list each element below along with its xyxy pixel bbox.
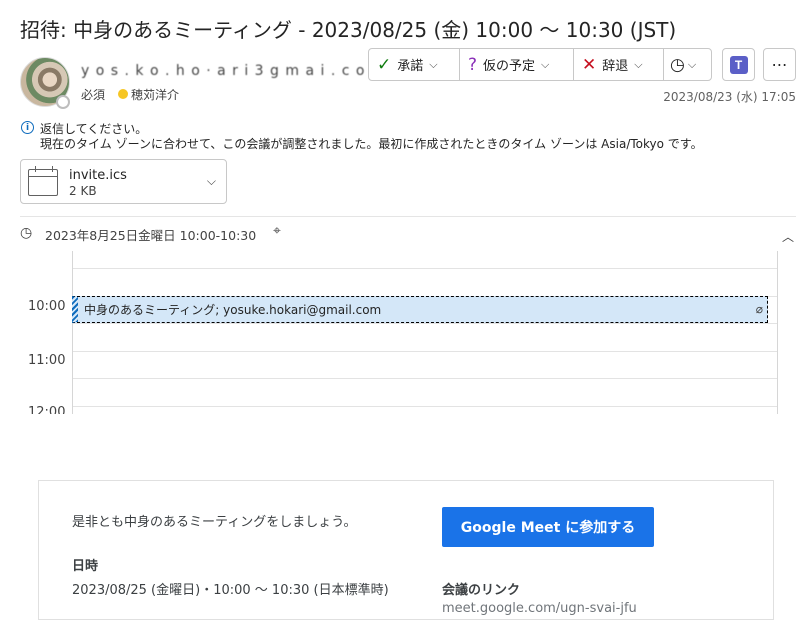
- attachment-size: 2 KB: [69, 184, 97, 198]
- calendar-file-icon: [28, 166, 58, 196]
- chevron-down-icon[interactable]: ⌵: [207, 174, 216, 189]
- divider: [20, 216, 796, 217]
- received-timestamp: 2023/08/23 (水) 17:05: [663, 90, 796, 104]
- grid-line: [73, 323, 777, 324]
- email-subject: 招待: 中身のあるミーティング - 2023/08/25 (金) 10:00 ～…: [20, 18, 677, 42]
- decline-label: 辞退: [602, 59, 629, 74]
- chevron-down-icon: ⌵: [634, 57, 643, 71]
- teams-icon: T: [729, 55, 748, 74]
- propose-time-button[interactable]: ◷ ⌵: [664, 49, 711, 80]
- attendee-status-icon: [118, 89, 128, 99]
- more-options-button[interactable]: ⋯: [763, 48, 796, 81]
- join-google-meet-button[interactable]: Google Meet に参加する: [442, 507, 654, 547]
- hour-label: 12:00: [28, 405, 66, 414]
- more-icon: ⋯: [771, 55, 788, 74]
- paperclip-icon: ⌀: [755, 302, 763, 316]
- info-icon: i: [21, 121, 34, 134]
- grid-line: [73, 378, 777, 379]
- attachment-name: invite.ics: [69, 168, 127, 183]
- rsvp-toolbar: ✓ 承諾 ⌵ ? 仮の予定 ⌵ ✕ 辞退 ⌵ ◷ ⌵: [368, 48, 712, 81]
- hour-label: 10:00: [28, 299, 66, 314]
- attendee-name[interactable]: 穂苅洋介: [131, 86, 179, 103]
- attachment-card[interactable]: invite.ics 2 KB ⌵: [20, 159, 227, 204]
- grid-line: [73, 406, 777, 407]
- required-label: 必須: [81, 88, 106, 102]
- teams-button[interactable]: T: [722, 48, 755, 81]
- calendar-event[interactable]: 中身のあるミーティング; yosuke.hokari@gmail.com ⌀: [72, 296, 768, 323]
- sender-address[interactable]: y o s . k o . h o · a r i 3 g m a i . c …: [81, 63, 386, 79]
- timezone-notice: 現在のタイム ゾーンに合わせて、この会議が調整されました。最初に作成されたときの…: [40, 137, 703, 151]
- event-datetime: 2023年8月25日金曜日 10:00-10:30: [45, 228, 257, 243]
- decline-button[interactable]: ✕ 辞退 ⌵: [574, 49, 664, 80]
- accept-label: 承諾: [397, 59, 424, 74]
- datetime-heading: 日時: [72, 559, 99, 574]
- tentative-button[interactable]: ? 仮の予定 ⌵: [460, 49, 574, 80]
- chevron-down-icon: ⌵: [429, 57, 438, 71]
- clock-icon: ◷: [670, 54, 685, 75]
- hour-label: 11:00: [28, 353, 66, 368]
- grid-line: [73, 351, 777, 352]
- chevron-down-icon: ⌵: [687, 57, 697, 71]
- presence-status-icon: [56, 95, 70, 109]
- event-tentative-stripe: [72, 297, 78, 322]
- invitation-body: 是非とも中身のあるミーティングをしましょう。 Google Meet に参加する…: [38, 480, 774, 620]
- check-icon: ✓: [377, 54, 392, 75]
- event-title: 中身のあるミーティング; yosuke.hokari@gmail.com: [84, 303, 382, 317]
- hour-label-clip: 12:00: [28, 405, 68, 414]
- calendar-day-grid: [72, 251, 778, 414]
- chevron-up-icon[interactable]: ︿: [782, 228, 794, 245]
- cross-icon: ✕: [582, 54, 597, 75]
- accept-button[interactable]: ✓ 承諾 ⌵: [369, 49, 460, 80]
- clock-icon: ◷: [20, 225, 33, 241]
- tentative-label: 仮の予定: [483, 59, 536, 74]
- grid-line: [73, 268, 777, 269]
- meeting-link-heading: 会議のリンク: [442, 583, 521, 598]
- location-pin-icon: ⌖: [273, 223, 281, 239]
- question-icon: ?: [468, 54, 478, 75]
- invitation-datetime: 2023/08/25 (金曜日)・10:00 ～ 10:30 (日本標準時): [72, 583, 389, 598]
- invitation-message: 是非とも中身のあるミーティングをしましょう。: [72, 515, 357, 530]
- chevron-down-icon: ⌵: [541, 57, 550, 71]
